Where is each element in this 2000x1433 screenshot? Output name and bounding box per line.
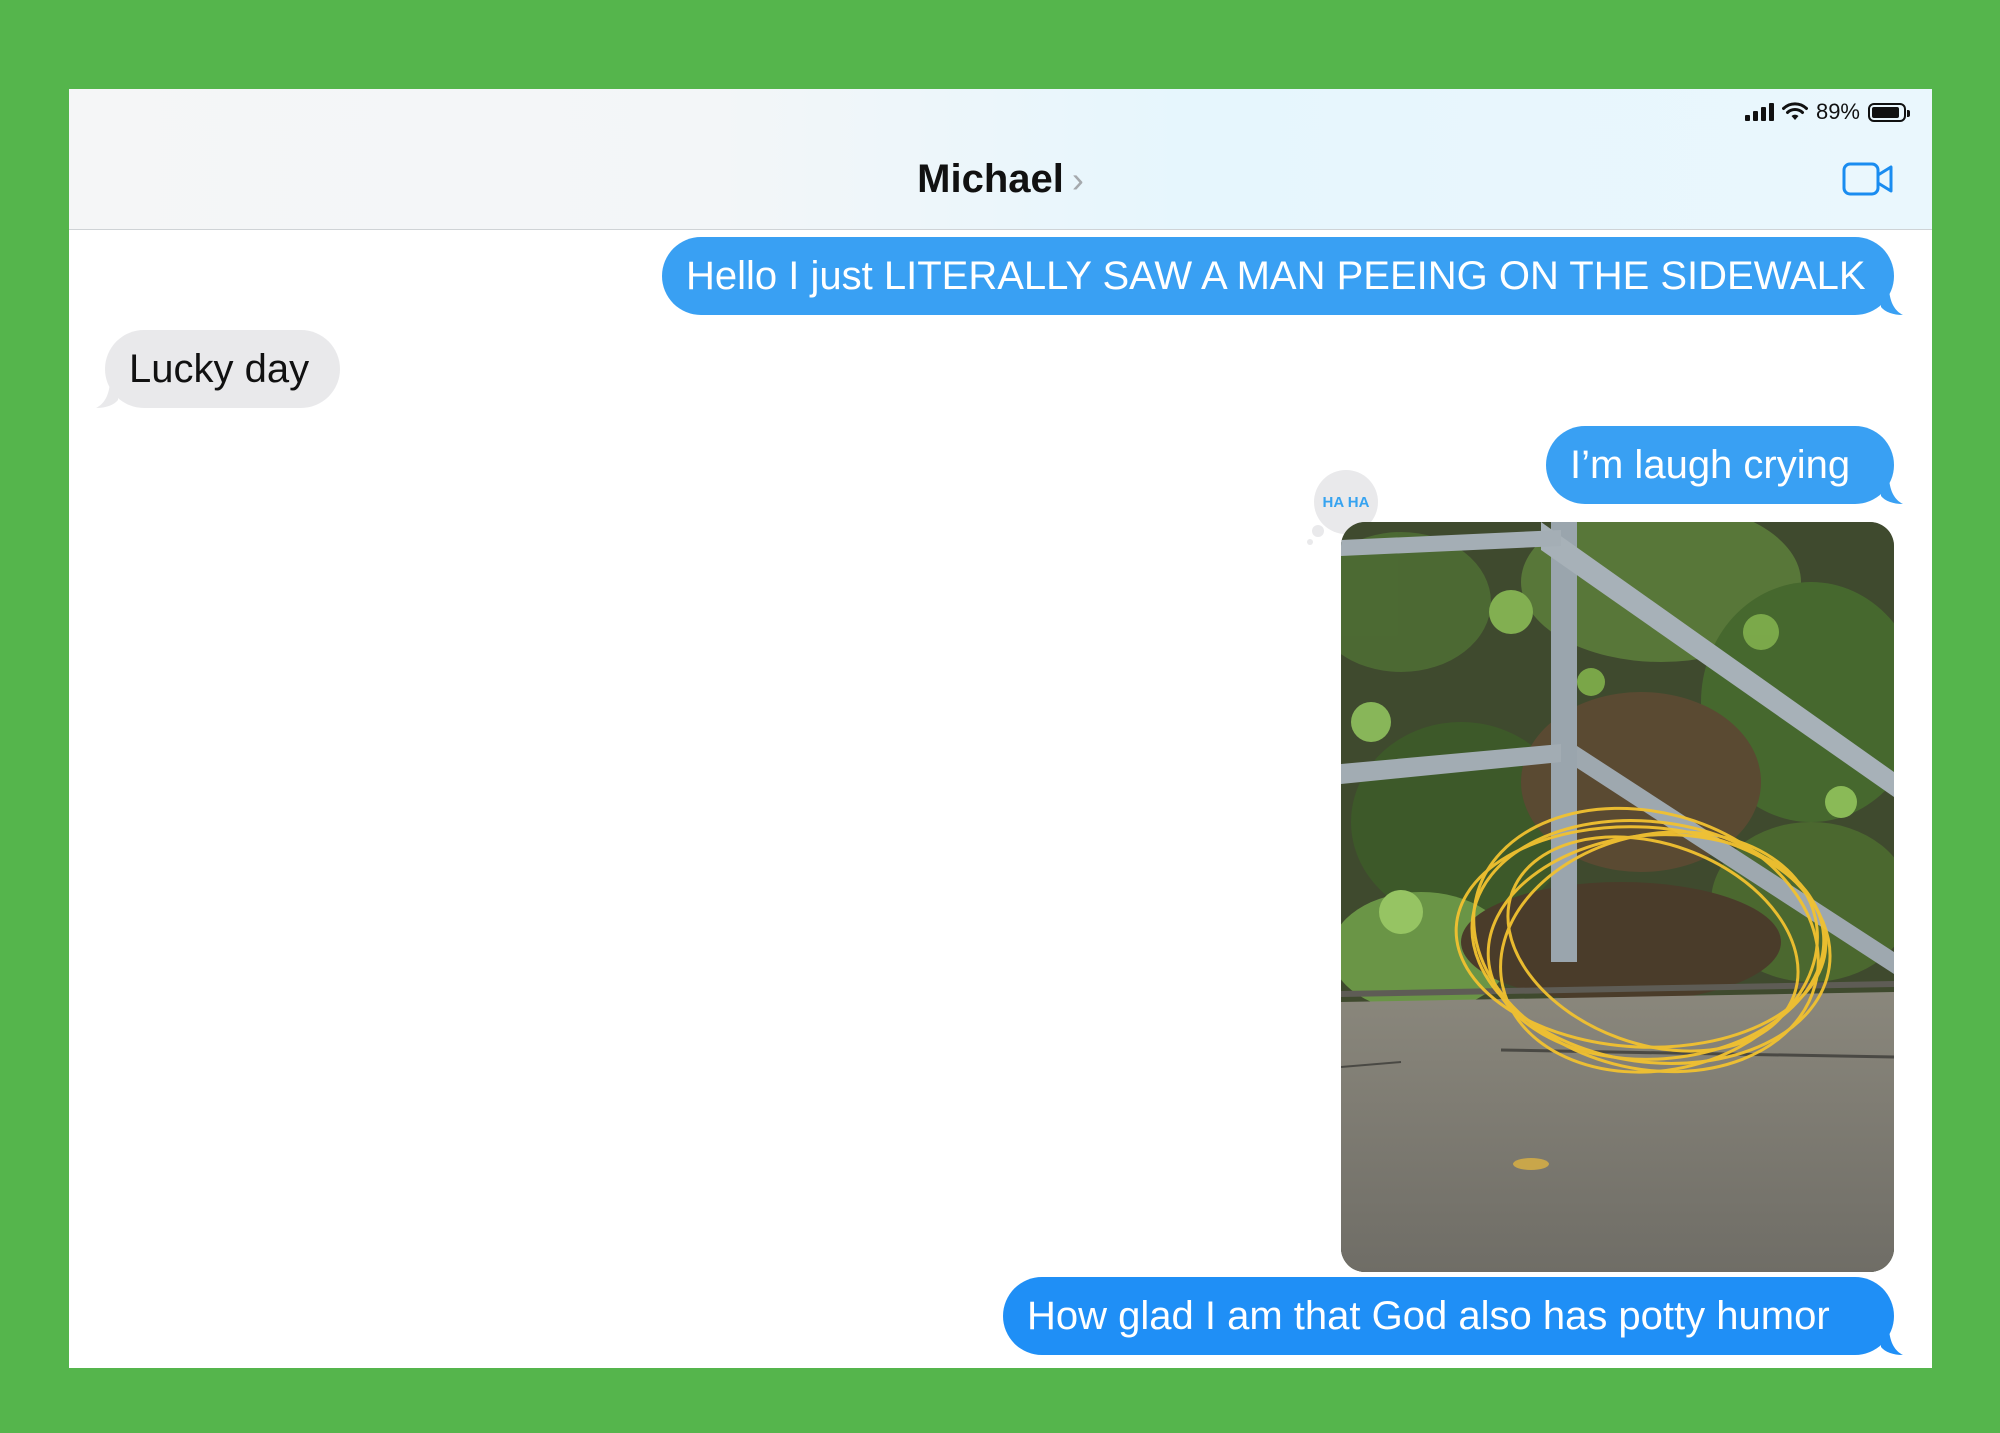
message-text: I’m laugh crying: [1570, 443, 1851, 487]
outgoing-message-bubble[interactable]: I’m laugh crying: [1546, 426, 1903, 504]
photo-content: [1341, 522, 1894, 1272]
message-text: Lucky day: [129, 347, 310, 391]
bubble-tail: [1881, 478, 1903, 504]
cellular-signal-icon: [1744, 103, 1774, 121]
message-text: How glad I am that God also has potty hu…: [1027, 1294, 1830, 1338]
contact-name-button[interactable]: Michael ›: [69, 157, 1932, 202]
incoming-message-bubble[interactable]: Lucky day: [96, 330, 340, 408]
battery-percentage: 89%: [1815, 99, 1860, 124]
message-text: Hello I just LITERALLY SAW A MAN PEEING …: [686, 254, 1866, 298]
bubble-tail: [96, 382, 118, 408]
conversation-header: 89% Michael ›: [69, 89, 1932, 230]
messages-screen: 89% Michael › Hello I just LITERALLY SAW …: [69, 89, 1932, 1368]
battery-icon: [1868, 102, 1910, 122]
image-attachment[interactable]: [1341, 522, 1894, 1272]
outgoing-message-bubble[interactable]: How glad I am that God also has potty hu…: [1003, 1277, 1903, 1355]
wifi-icon: [1781, 102, 1808, 120]
tapback-tail-dot: [1312, 525, 1324, 537]
contact-name: Michael: [917, 157, 1064, 201]
outgoing-message-bubble[interactable]: Hello I just LITERALLY SAW A MAN PEEING …: [662, 237, 1903, 315]
bubble-tail: [1881, 1329, 1903, 1355]
video-camera-icon[interactable]: [1842, 161, 1894, 197]
status-bar: 89%: [1744, 99, 1910, 125]
bubble-tail: [1881, 289, 1903, 315]
chevron-right-icon: ›: [1071, 159, 1084, 200]
tapback-tail-dot: [1307, 539, 1313, 545]
